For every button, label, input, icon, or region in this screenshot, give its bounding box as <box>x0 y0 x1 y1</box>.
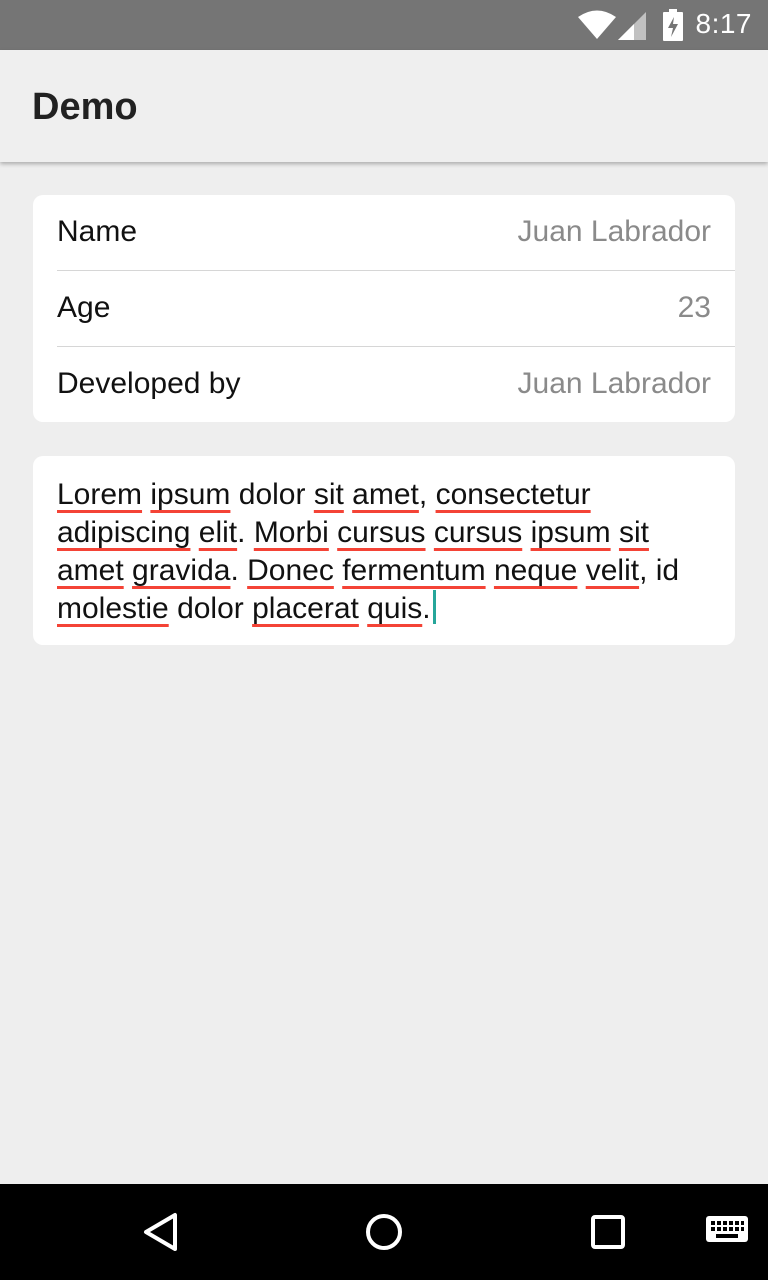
editor-word: ipsum <box>150 478 231 511</box>
info-row-name: Name Juan Labrador <box>57 195 735 271</box>
editor-word: velit <box>585 554 640 587</box>
editor-word: Lorem <box>57 478 143 511</box>
text-card: Lorem ipsum dolor sit amet, consectetur … <box>33 456 735 645</box>
editor-word: id <box>655 554 680 587</box>
back-icon[interactable] <box>130 1202 190 1262</box>
editor-word: molestie <box>57 592 169 625</box>
navigation-bar <box>0 1184 768 1280</box>
editor-word: Donec <box>247 554 334 587</box>
page-title: Demo <box>32 86 138 128</box>
text-input[interactable]: Lorem ipsum dolor sit amet, consectetur … <box>57 476 717 628</box>
editor-word: sit <box>618 516 649 549</box>
battery-charging-icon <box>663 9 683 41</box>
editor-word: amet <box>352 478 419 511</box>
developer-label: Developed by <box>57 367 241 400</box>
editor-word: placerat <box>252 592 359 625</box>
text-cursor <box>432 590 436 624</box>
editor-word: dolor <box>177 592 244 625</box>
editor-word: amet <box>57 554 124 587</box>
info-row-developer: Developed by Juan Labrador <box>57 347 735 423</box>
editor-word: cursus <box>337 516 426 549</box>
editor-word: consectetur <box>435 478 591 511</box>
editor-word: gravida <box>132 554 231 587</box>
wifi-icon <box>578 10 616 39</box>
cell-signal-icon <box>618 12 646 40</box>
developer-value: Juan Labrador <box>517 367 711 400</box>
app-bar: Demo <box>0 50 768 162</box>
editor-word: fermentum <box>342 554 486 587</box>
status-bar: 8:17 <box>0 0 768 50</box>
name-label: Name <box>57 215 138 248</box>
name-value: Juan Labrador <box>517 215 711 248</box>
info-card: Name Juan Labrador Age 23 Developed by J… <box>33 195 735 422</box>
home-icon[interactable] <box>354 1202 414 1262</box>
editor-word: quis <box>367 592 423 625</box>
editor-word: adipiscing <box>57 516 191 549</box>
editor-word: cursus <box>433 516 523 549</box>
editor-word: dolor <box>238 478 306 511</box>
recents-icon[interactable] <box>578 1202 638 1262</box>
info-row-age: Age 23 <box>57 271 735 347</box>
keyboard-icon[interactable] <box>706 1214 748 1246</box>
age-value: 23 <box>677 291 711 324</box>
editor-word: elit <box>198 516 238 549</box>
age-label: Age <box>57 291 111 324</box>
editor-word: sit <box>313 478 344 511</box>
editor-word: neque <box>493 554 578 587</box>
clock-time: 8:17 <box>695 8 752 39</box>
editor-word: ipsum <box>530 516 611 549</box>
editor-word: Morbi <box>253 516 329 549</box>
